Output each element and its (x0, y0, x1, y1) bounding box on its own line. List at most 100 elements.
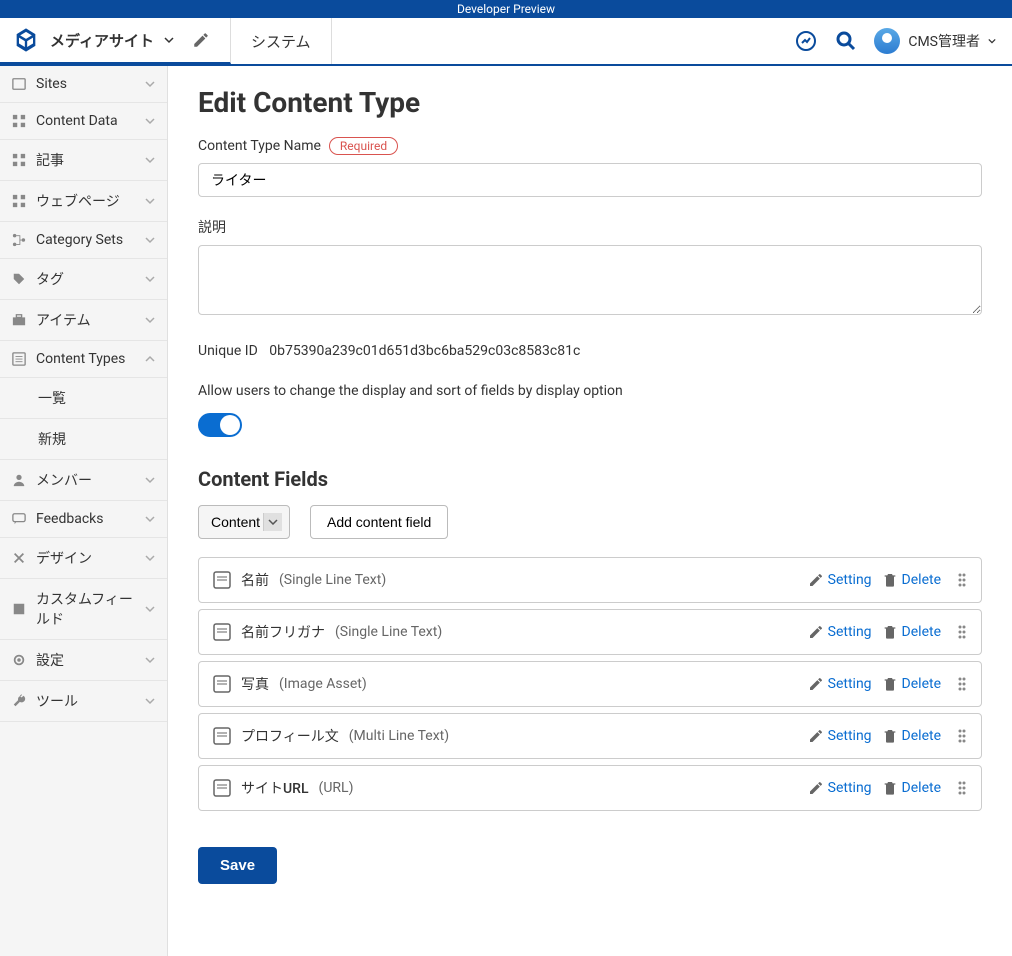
analytics-icon[interactable] (794, 29, 818, 53)
chevron-down-icon (145, 604, 155, 614)
setting-button[interactable]: Setting (808, 624, 872, 640)
sidebar-item-label: Sites (36, 76, 67, 92)
drag-handle-icon[interactable] (957, 676, 967, 692)
drag-handle-icon[interactable] (957, 728, 967, 744)
uid-row: Unique ID 0b75390a239c01d651d3bc6ba529c0… (198, 343, 982, 359)
sidebar-item-カスタムフィールド[interactable]: カスタムフィールド (0, 579, 167, 640)
brand-logo-icon (12, 26, 40, 54)
page-title: Edit Content Type (198, 86, 982, 119)
sidebar-item-デザイン[interactable]: デザイン (0, 538, 167, 579)
sidebar-item-label: ウェブページ (36, 191, 120, 211)
chevron-down-icon (145, 514, 155, 524)
drag-handle-icon[interactable] (957, 624, 967, 640)
brand-title: メディアサイト (50, 30, 154, 51)
save-button[interactable]: Save (198, 847, 277, 884)
developer-preview-bar: Developer Preview (0, 0, 1012, 18)
user-menu[interactable]: CMS管理者 (874, 28, 996, 54)
chevron-down-icon (145, 696, 155, 706)
display-sort-toggle[interactable] (198, 413, 242, 437)
sidebar-item-sites[interactable]: Sites (0, 66, 167, 103)
trash-icon (882, 624, 898, 640)
chevron-down-icon (145, 155, 155, 165)
setting-button[interactable]: Setting (808, 676, 872, 692)
chevron-down-icon (145, 196, 155, 206)
sidebar-item-content-types[interactable]: Content Types (0, 341, 167, 378)
content-field-row: 名前 (Single Line Text) Setting Delete (198, 557, 982, 603)
delete-button[interactable]: Delete (882, 624, 941, 640)
sidebar-item-label: Content Types (36, 351, 125, 367)
field-type: (URL) (319, 780, 354, 796)
uid-value: 0b75390a239c01d651d3bc6ba529c03c8583c81c (269, 343, 580, 359)
uid-label: Unique ID (198, 343, 258, 359)
sidebar-item-タグ[interactable]: タグ (0, 259, 167, 300)
sidebar-item-category-sets[interactable]: Category Sets (0, 222, 167, 259)
sidebar-item-設定[interactable]: 設定 (0, 640, 167, 681)
system-tab[interactable]: システム (231, 18, 332, 64)
chevron-down-icon (988, 37, 996, 45)
delete-button[interactable]: Delete (882, 728, 941, 744)
setting-button[interactable]: Setting (808, 572, 872, 588)
sites-icon (12, 77, 26, 91)
chat-icon (12, 512, 26, 526)
field-name: サイトURL (241, 778, 309, 798)
sidebar-item-アイテム[interactable]: アイテム (0, 300, 167, 341)
grid-icon (12, 153, 26, 167)
sidebar-item-label: Feedbacks (36, 511, 103, 527)
briefcase-icon (12, 313, 26, 327)
delete-button[interactable]: Delete (882, 676, 941, 692)
add-content-field-button[interactable]: Add content field (310, 505, 448, 539)
chevron-down-icon (145, 655, 155, 665)
desc-label: 説明 (198, 217, 982, 237)
trash-icon (882, 780, 898, 796)
setting-button[interactable]: Setting (808, 728, 872, 744)
drag-handle-icon[interactable] (957, 572, 967, 588)
sidebar-item-label: メンバー (36, 470, 92, 490)
fields-heading: Content Fields (198, 467, 982, 491)
delete-button[interactable]: Delete (882, 572, 941, 588)
wrench-icon (12, 694, 26, 708)
delete-button[interactable]: Delete (882, 780, 941, 796)
sidebar-sub-新規[interactable]: 新規 (0, 419, 167, 460)
sidebar-item-ウェブページ[interactable]: ウェブページ (0, 181, 167, 222)
edit-icon (808, 676, 824, 692)
sidebar-sub-一覧[interactable]: 一覧 (0, 378, 167, 419)
tree-icon (12, 233, 26, 247)
chevron-down-icon (145, 553, 155, 563)
chevron-down-icon (145, 235, 155, 245)
setting-button[interactable]: Setting (808, 780, 872, 796)
sidebar: Sites Content Data記事ウェブページ Category Sets タグ… (0, 66, 168, 956)
edit-icon (808, 780, 824, 796)
grid-icon (12, 114, 26, 128)
edit-icon (808, 572, 824, 588)
brand-section[interactable]: メディアサイト (0, 18, 231, 64)
field-type-select[interactable]: Content (198, 505, 290, 539)
tag-icon (12, 272, 26, 286)
user-icon (12, 473, 26, 487)
toggle-label: Allow users to change the display and so… (198, 383, 982, 399)
drag-handle-icon[interactable] (957, 780, 967, 796)
sidebar-item-label: Category Sets (36, 232, 123, 248)
sidebar-item-ツール[interactable]: ツール (0, 681, 167, 722)
sidebar-item-label: ツール (36, 691, 78, 711)
edit-icon[interactable] (184, 31, 218, 49)
search-icon[interactable] (834, 29, 858, 53)
chevron-down-icon (145, 315, 155, 325)
chevron-down-icon (145, 116, 155, 126)
sidebar-item-記事[interactable]: 記事 (0, 140, 167, 181)
sidebar-item-label: アイテム (36, 310, 91, 330)
required-badge: Required (329, 137, 398, 155)
cross-icon (12, 551, 26, 565)
content-area: Edit Content Type Content Type Name Requ… (168, 66, 1012, 956)
name-input[interactable] (198, 163, 982, 197)
field-type: (Single Line Text) (279, 572, 386, 588)
sidebar-item-content-data[interactable]: Content Data (0, 103, 167, 140)
toggle-knob (220, 415, 240, 435)
field-name: プロフィール文 (241, 726, 339, 746)
sidebar-item-label: デザイン (36, 548, 92, 568)
sidebar-item-feedbacks[interactable]: Feedbacks (0, 501, 167, 538)
desc-textarea[interactable] (198, 245, 982, 315)
grid-icon (12, 194, 26, 208)
trash-icon (882, 676, 898, 692)
field-name: 名前フリガナ (241, 622, 325, 642)
sidebar-item-メンバー[interactable]: メンバー (0, 460, 167, 501)
